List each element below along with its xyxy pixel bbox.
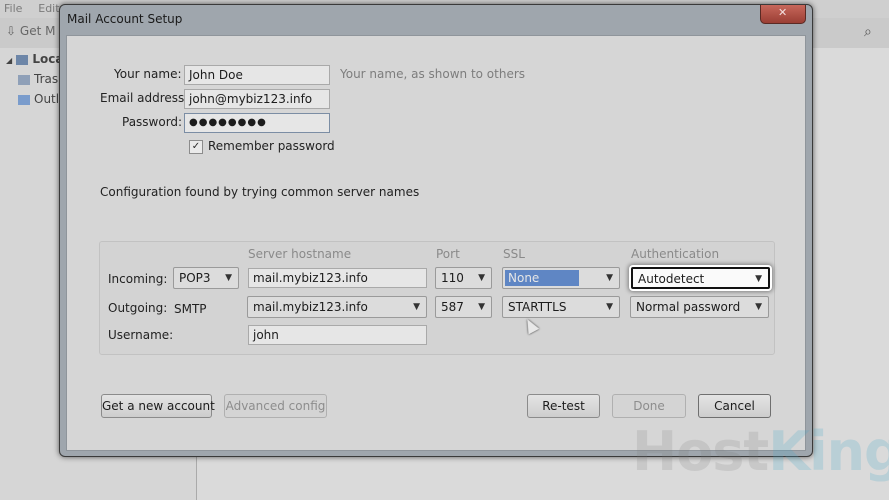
menu-edit[interactable]: Edit [38,0,59,18]
folder-outbox[interactable]: Outl [18,92,59,106]
watermark-king: King [768,420,889,483]
search-icon[interactable]: ⌕ [864,24,872,40]
incoming-hostname-input[interactable]: mail.mybiz123.info [248,268,427,288]
trash-icon [18,74,30,85]
get-mail-label: Get M [19,24,56,38]
close-button[interactable]: ✕ [760,5,806,24]
column-server-hostname: Server hostname [248,247,352,261]
get-mail-button[interactable]: ⇩ Get M [6,24,55,38]
your-name-hint: Your name, as shown to others [340,67,526,81]
column-authentication: Authentication [631,247,720,261]
email-input[interactable]: john@mybiz123.info [184,89,330,109]
dialog-body: Your name: John Doe Your name, as shown … [66,35,806,451]
watermark-host: Host [632,420,769,483]
email-label: Email address: [100,91,189,105]
incoming-port-value: 110 [441,271,464,285]
chevron-down-icon: ▼ [413,302,420,312]
outbox-icon [18,94,30,105]
incoming-auth-select[interactable]: Autodetect ▼ [631,267,770,289]
password-label: Password: [122,115,183,129]
outgoing-port-select[interactable]: 587 ▼ [435,296,492,318]
close-icon: ✕ [778,6,788,19]
remember-password-checkbox[interactable]: ✓ [189,140,203,154]
incoming-protocol-select[interactable]: POP3 ▼ [173,267,239,289]
chevron-down-icon: ▼ [606,273,613,283]
config-status-message: Configuration found by trying common ser… [100,185,420,199]
incoming-label: Incoming: [108,272,168,286]
incoming-ssl-value: None [505,270,580,286]
computer-icon [16,54,29,65]
folder-trash[interactable]: Tras [18,72,58,86]
outgoing-port-value: 587 [441,300,464,314]
mail-account-setup-dialog: Mail Account Setup ✕ Your name: John Doe… [59,4,813,457]
check-icon: ✓ [191,141,201,152]
incoming-auth-value: Autodetect [638,272,705,286]
incoming-port-select[interactable]: 110 ▼ [435,267,492,289]
username-label: Username: [108,328,174,342]
download-icon: ⇩ [6,24,17,38]
username-input[interactable]: john [248,325,427,345]
outgoing-ssl-select[interactable]: STARTTLS ▼ [502,296,620,318]
chevron-down-icon: ▼ [755,302,762,312]
column-ssl: SSL [503,247,525,261]
outgoing-hostname-value: mail.mybiz123.info [253,300,368,314]
outgoing-auth-value: Normal password [636,300,741,314]
outgoing-ssl-value: STARTTLS [508,300,567,314]
outgoing-protocol: SMTP [174,302,207,316]
outgoing-auth-select[interactable]: Normal password ▼ [630,296,769,318]
dialog-title: Mail Account Setup [67,12,183,26]
folder-label: Tras [34,72,59,86]
advanced-config-button[interactable]: Advanced config [224,394,327,418]
chevron-down-icon: ▼ [755,274,762,284]
remember-password-label[interactable]: Remember password [208,139,335,153]
chevron-down-icon: ▼ [225,273,232,283]
your-name-label: Your name: [114,67,182,81]
chevron-down-icon: ▼ [606,302,613,312]
outgoing-label: Outgoing: [108,301,168,315]
cancel-button[interactable]: Cancel [698,394,771,418]
chevron-down-icon: ▼ [478,273,485,283]
chevron-down-icon: ▼ [478,302,485,312]
expand-arrow-icon: ◢ [6,56,13,65]
folder-label: Outl [34,92,60,106]
done-button[interactable]: Done [612,394,686,418]
menu-file[interactable]: File [4,0,22,18]
incoming-protocol-value: POP3 [179,271,211,285]
outgoing-hostname-select[interactable]: mail.mybiz123.info ▼ [247,296,427,318]
incoming-ssl-select[interactable]: None ▼ [502,267,620,289]
column-port: Port [436,247,460,261]
your-name-input[interactable]: John Doe [184,65,330,85]
get-new-account-button[interactable]: Get a new account [101,394,215,418]
password-input[interactable]: ●●●●●●●● [184,113,330,133]
retest-button[interactable]: Re-test [527,394,600,418]
server-config-group: Server hostname Port SSL Authentication … [99,241,775,355]
hostking-watermark-logo: HostKing [632,420,889,483]
